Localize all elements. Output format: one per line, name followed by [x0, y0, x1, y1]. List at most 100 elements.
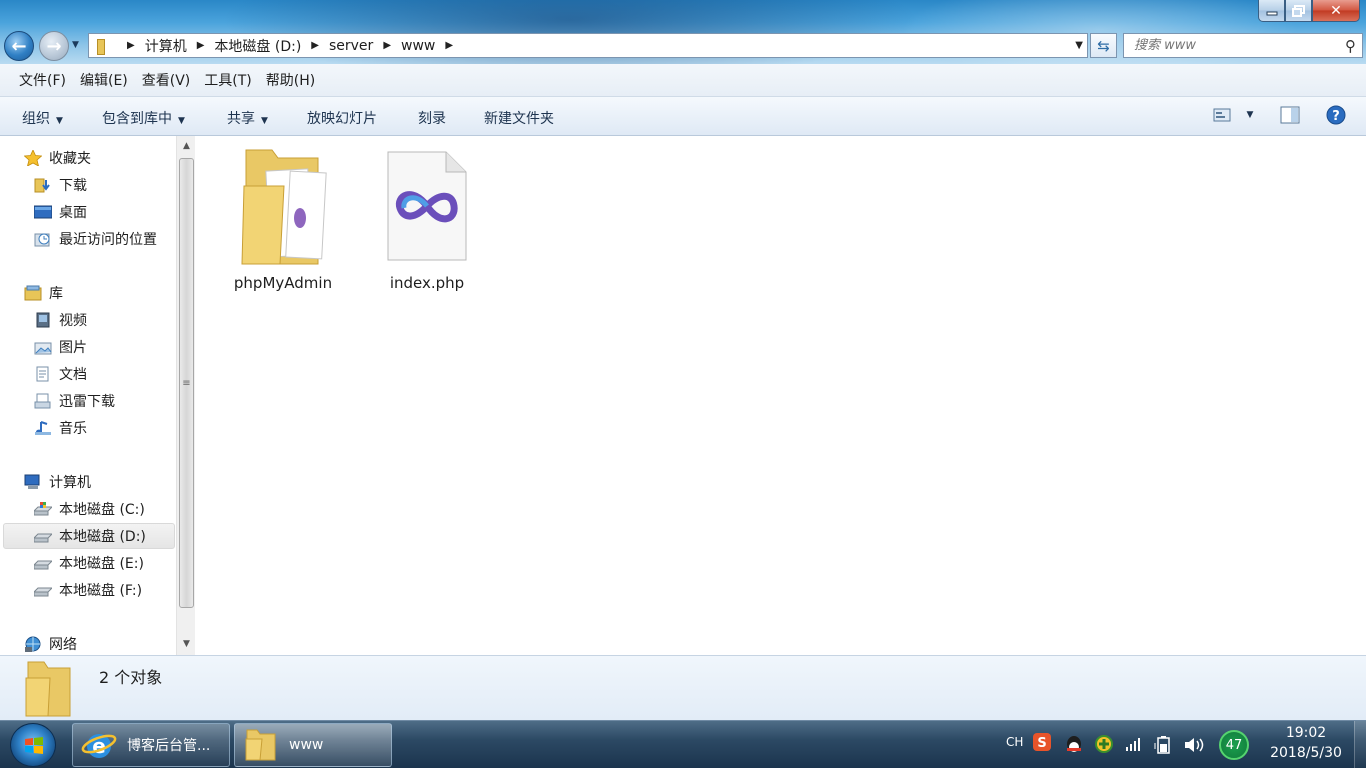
scroll-down-icon[interactable]: ▼	[177, 635, 196, 653]
forward-button[interactable]: →	[39, 31, 69, 61]
organize-button[interactable]: 组织 ▼	[22, 108, 63, 128]
arrow-left-icon: ←	[11, 35, 27, 57]
nav-label: 最近访问的位置	[59, 232, 157, 248]
breadcrumb-server[interactable]: server	[329, 38, 373, 54]
search-input[interactable]	[1134, 38, 1334, 53]
nav-label: 网络	[49, 637, 77, 653]
nav-network[interactable]: 网络	[24, 631, 77, 657]
nav-item-drive-f[interactable]: 本地磁盘 (F:)	[32, 577, 143, 603]
minimize-button[interactable]	[1258, 0, 1285, 22]
refresh-icon: ⇆	[1097, 36, 1110, 55]
scroll-up-icon[interactable]: ▲	[177, 137, 196, 155]
share-button[interactable]: 共享 ▼	[227, 108, 268, 128]
network-signal-icon[interactable]	[1125, 736, 1141, 755]
battery-icon[interactable]	[1153, 735, 1173, 758]
chevron-right-icon[interactable]: ▶	[127, 40, 135, 51]
nav-favorites[interactable]: 收藏夹	[23, 145, 91, 171]
include-in-library-button[interactable]: 包含到库中 ▼	[102, 108, 185, 128]
nav-item-desktop[interactable]: 桌面	[33, 199, 87, 225]
search-box[interactable]: ⚲	[1123, 33, 1363, 58]
recent-pages-dropdown[interactable]: ▼	[72, 40, 79, 50]
back-button[interactable]: ←	[4, 31, 34, 61]
nav-label: 本地磁盘 (E:)	[59, 556, 144, 572]
taskbar-button-browser[interactable]: e 博客后台管...	[72, 723, 230, 767]
menu-help[interactable]: 帮助(H)	[266, 70, 315, 90]
address-dropdown-icon[interactable]: ▼	[1075, 40, 1083, 51]
chevron-right-icon[interactable]: ▶	[445, 40, 453, 51]
volume-icon[interactable]	[1183, 735, 1205, 758]
content-area: 收藏夹 下载 桌面 最近访问的位置 库 视频 图片 文档 迅雷下载 音乐 计算机…	[0, 136, 1366, 655]
search-icon[interactable]: ⚲	[1345, 37, 1356, 55]
nav-label: 计算机	[49, 475, 91, 491]
menu-edit[interactable]: 编辑(E)	[80, 70, 128, 90]
nav-libraries[interactable]: 库	[24, 280, 63, 306]
chevron-right-icon[interactable]: ▶	[197, 40, 205, 51]
scroll-thumb[interactable]: ≡	[179, 158, 194, 608]
security-score-badge[interactable]: 47	[1219, 730, 1249, 760]
nav-label: 本地磁盘 (F:)	[59, 583, 143, 599]
restore-button[interactable]	[1285, 0, 1312, 22]
nav-label: 音乐	[59, 421, 87, 437]
view-options-dropdown[interactable]: ▼	[1240, 105, 1260, 125]
nav-item-recent-places[interactable]: 最近访问的位置	[34, 226, 157, 252]
folder-icon	[243, 727, 279, 763]
close-button[interactable]: ✕	[1312, 0, 1360, 22]
nav-label: 收藏夹	[49, 151, 91, 167]
new-folder-button[interactable]: 新建文件夹	[484, 108, 554, 128]
preview-pane-icon	[1280, 106, 1300, 124]
menu-file[interactable]: 文件(F)	[19, 70, 66, 90]
refresh-button[interactable]: ⇆	[1090, 33, 1117, 58]
start-button[interactable]	[10, 723, 56, 767]
nav-item-drive-c[interactable]: 本地磁盘 (C:)	[32, 496, 145, 522]
nav-label: 视频	[59, 313, 87, 329]
clock-date: 2018/5/30	[1270, 745, 1342, 761]
chevron-right-icon[interactable]: ▶	[311, 40, 319, 51]
address-bar[interactable]: ▶ 计算机 ▶ 本地磁盘 (D:) ▶ server ▶ www ▶ ▼	[88, 33, 1088, 58]
chevron-right-icon[interactable]: ▶	[383, 40, 391, 51]
folder-icon	[95, 38, 111, 55]
visual-studio-file-icon	[387, 151, 467, 261]
nav-item-thunder-downloads[interactable]: 迅雷下载	[34, 388, 115, 414]
sogou-ime-icon[interactable]: S	[1032, 732, 1052, 755]
slideshow-button[interactable]: 放映幻灯片	[307, 108, 377, 128]
menu-tools[interactable]: 工具(T)	[204, 70, 251, 90]
nav-item-videos[interactable]: 视频	[34, 307, 87, 333]
details-pane: 2 个对象	[0, 655, 1366, 720]
breadcrumb-computer[interactable]: 计算机	[145, 36, 187, 56]
recent-places-icon	[34, 231, 52, 247]
file-name: index.php	[389, 274, 465, 292]
system-clock[interactable]: 19:02 2018/5/30	[1266, 725, 1346, 761]
menu-view[interactable]: 查看(V)	[142, 70, 191, 90]
file-item-phpmyadmin[interactable]: phpMyAdmin	[228, 146, 338, 292]
change-view-button[interactable]	[1212, 105, 1232, 125]
nav-computer[interactable]: 计算机	[24, 469, 91, 495]
breadcrumb-www[interactable]: www	[401, 38, 435, 54]
nav-label: 图片	[59, 340, 87, 356]
qq-icon[interactable]	[1064, 734, 1084, 757]
chevron-down-icon: ▼	[178, 116, 185, 126]
file-item-index-php[interactable]: index.php	[372, 146, 482, 292]
help-button[interactable]: ?	[1326, 105, 1346, 125]
burn-button[interactable]: 刻录	[418, 108, 446, 128]
nav-scrollbar[interactable]: ▲ ≡ ▼	[176, 136, 195, 655]
nav-item-drive-e[interactable]: 本地磁盘 (E:)	[32, 550, 144, 576]
nav-label: 本地磁盘 (C:)	[59, 502, 145, 518]
nav-item-drive-d[interactable]: 本地磁盘 (D:)	[3, 523, 175, 549]
window-titlebar: ✕ ← → ▼ ▶ 计算机 ▶ 本地磁盘 (D:) ▶ server ▶ www…	[0, 0, 1366, 64]
language-indicator[interactable]: CH	[1006, 735, 1023, 749]
download-folder-icon	[34, 177, 52, 193]
close-icon: ✕	[1330, 2, 1342, 19]
taskbar-button-explorer[interactable]: www	[234, 723, 392, 767]
nav-item-pictures[interactable]: 图片	[34, 334, 87, 360]
restore-icon	[1292, 4, 1305, 17]
security-shield-icon[interactable]	[1094, 734, 1114, 757]
show-desktop-button[interactable]	[1354, 721, 1366, 768]
nav-item-music[interactable]: 音乐	[34, 415, 87, 441]
thunder-download-icon	[34, 393, 52, 409]
preview-pane-button[interactable]	[1280, 105, 1300, 125]
nav-item-downloads[interactable]: 下载	[34, 172, 87, 198]
folder-icon	[241, 149, 327, 265]
clock-time: 19:02	[1285, 725, 1327, 741]
breadcrumb-drive-d[interactable]: 本地磁盘 (D:)	[214, 36, 301, 56]
nav-item-documents[interactable]: 文档	[34, 361, 87, 387]
